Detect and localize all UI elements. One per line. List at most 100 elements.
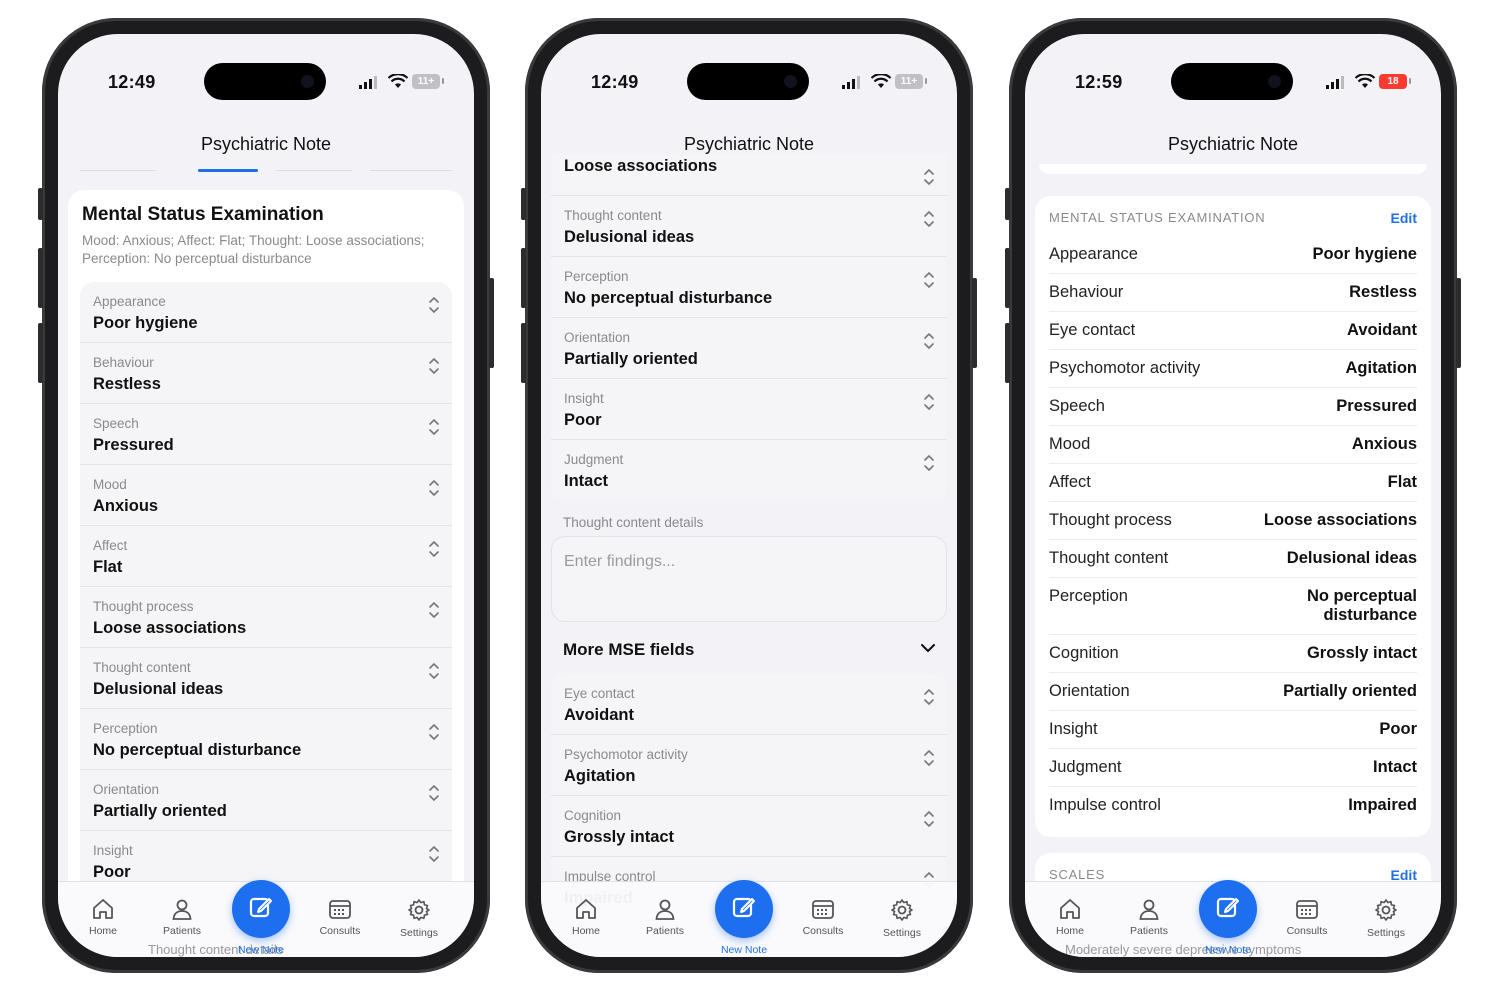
mse-row-psychomotor-activity: Psychomotor activity Agitation <box>1049 350 1417 388</box>
tab-patients[interactable]: Patients <box>147 898 217 937</box>
tab-patients[interactable]: Patients <box>1114 898 1184 937</box>
mse-picker-eye-contact[interactable]: Eye contact Avoidant <box>551 674 947 735</box>
mse-picker-appearance[interactable]: Appearance Poor hygiene <box>80 282 452 343</box>
mse-row-key: Insight <box>1049 720 1098 738</box>
mse-row-key: Eye contact <box>1049 321 1136 339</box>
mse-picker-thought-content[interactable]: Thought content Delusional ideas <box>551 196 947 257</box>
mse-summary-card: MENTAL STATUS EXAMINATION Edit Appearanc… <box>1035 196 1431 837</box>
new-note-button[interactable] <box>715 880 773 938</box>
previous-card-edge <box>1039 164 1427 174</box>
tab-consults[interactable]: Consults <box>305 898 375 937</box>
mse-row-impulse-control: Impulse control Impaired <box>1049 787 1417 825</box>
tab-new-note[interactable]: New Note <box>1193 880 1263 956</box>
picker-value: Grossly intact <box>564 828 675 846</box>
picker-label: Orientation <box>93 782 160 797</box>
mse-picker-judgment[interactable]: Judgment Intact <box>551 440 947 501</box>
peek-text: Moderately severe depressive symptoms <box>1065 942 1302 957</box>
compose-icon <box>1215 894 1241 925</box>
compose-icon <box>248 894 274 925</box>
picker-chevron-icon <box>429 724 439 740</box>
mse-picker-perception[interactable]: Perception No perceptual disturbance <box>80 709 452 770</box>
mse-row-key: Psychomotor activity <box>1049 359 1201 377</box>
edit-mse-button[interactable]: Edit <box>1391 210 1417 226</box>
status-time: 12:49 <box>591 72 639 92</box>
picker-chevron-icon <box>924 211 934 227</box>
mse-row-key: Perception <box>1049 587 1128 605</box>
picker-chevron-icon <box>924 333 934 349</box>
mse-picker-cognition[interactable]: Cognition Grossly intact <box>551 796 947 857</box>
new-note-button[interactable] <box>1199 880 1257 938</box>
mse-picker-thought-content[interactable]: Thought content Delusional ideas <box>80 648 452 709</box>
picker-value: Restless <box>93 375 161 393</box>
mse-row-value: Agitation <box>1345 359 1418 377</box>
volume-down-button <box>1005 323 1010 383</box>
tab-settings[interactable]: Settings <box>1351 898 1421 939</box>
picker-value: Avoidant <box>564 706 634 724</box>
mse-picker-insight[interactable]: Insight Poor <box>551 379 947 440</box>
tab-new-note[interactable]: New Note <box>226 880 296 956</box>
mse-row-value: Restless <box>1349 283 1417 301</box>
mse-row-cognition: Cognition Grossly intact <box>1049 635 1417 673</box>
mse-picker-orientation[interactable]: Orientation Partially oriented <box>551 318 947 379</box>
mse-row-key: Appearance <box>1049 245 1138 263</box>
picker-value: Partially oriented <box>564 350 698 368</box>
thought-content-details-input[interactable]: Enter findings... <box>551 536 947 622</box>
picker-value: Loose associations <box>93 619 247 637</box>
mse-picker-mood[interactable]: Mood Anxious <box>80 465 452 526</box>
mse-picker-speech[interactable]: Speech Pressured <box>80 404 452 465</box>
cellular-signal-icon <box>842 76 860 89</box>
picker-chevron-icon <box>924 750 934 766</box>
status-bar: 12:59 18 <box>1025 34 1441 100</box>
status-bar: 12:49 11+ <box>58 34 474 100</box>
picker-value: Loose associations <box>564 157 718 175</box>
mse-picker-thought-process[interactable]: Thought processLoose associations <box>551 154 947 196</box>
tab-consults[interactable]: Consults <box>1272 898 1342 937</box>
tab-bar: Thought content details Home Patients New … <box>58 880 474 957</box>
mse-picker-affect[interactable]: Affect Flat <box>80 526 452 587</box>
picker-value: Poor <box>564 411 602 429</box>
dynamic-island <box>204 63 326 100</box>
picker-label: Appearance <box>93 294 166 309</box>
mse-row-key: Thought process <box>1049 511 1172 529</box>
picker-label: Orientation <box>564 330 631 345</box>
mse-section-header: MENTAL STATUS EXAMINATION Edit <box>1049 210 1417 226</box>
picker-label: Speech <box>93 416 139 431</box>
tab-settings[interactable]: Settings <box>867 898 937 939</box>
active-tab-indicator <box>198 169 258 172</box>
tab-home[interactable]: Home <box>551 898 621 937</box>
power-button <box>1456 278 1461 368</box>
mse-picker-thought-process[interactable]: Thought processLoose associations <box>80 587 452 648</box>
more-mse-fields-toggle[interactable]: More MSE fields <box>541 622 957 674</box>
tab-label: Settings <box>400 927 438 939</box>
mse-picker-orientation[interactable]: Orientation Partially oriented <box>80 770 452 831</box>
tab-label: Home <box>571 925 600 937</box>
picker-label: Perception <box>93 721 158 736</box>
card-summary: Mood: Anxious; Affect: Flat; Thought: Lo… <box>82 233 425 266</box>
tab-consults[interactable]: Consults <box>788 898 858 937</box>
tab-home[interactable]: Home <box>1035 898 1105 937</box>
tab-bar: Moderately severe depressive symptoms Ho… <box>1025 880 1441 957</box>
mse-row-value: Anxious <box>1351 435 1417 453</box>
picker-chevron-icon <box>429 541 439 557</box>
dynamic-island <box>687 63 809 100</box>
mse-row-key: Mood <box>1049 435 1091 453</box>
mse-picker-psychomotor-activity[interactable]: Psychomotor activity Agitation <box>551 735 947 796</box>
person-icon <box>630 898 700 920</box>
mse-picker-behaviour[interactable]: Behaviour Restless <box>80 343 452 404</box>
gear-icon <box>1351 898 1421 922</box>
new-note-button[interactable] <box>232 880 290 938</box>
tab-settings[interactable]: Settings <box>384 898 454 939</box>
calendar-icon <box>788 898 858 920</box>
picker-label: Thought content <box>564 208 662 223</box>
status-bar: 12:49 11+ <box>541 34 957 100</box>
status-time: 12:49 <box>108 72 156 92</box>
tab-label: New Note <box>1204 944 1252 956</box>
tab-patients[interactable]: Patients <box>630 898 700 937</box>
picker-chevron-icon <box>429 785 439 801</box>
tab-home[interactable]: Home <box>68 898 138 937</box>
mse-picker-perception[interactable]: Perception No perceptual disturbance <box>551 257 947 318</box>
mse-row-speech: Speech Pressured <box>1049 388 1417 426</box>
tab-new-note[interactable]: New Note <box>709 880 779 956</box>
picker-chevron-icon <box>924 169 934 185</box>
volume-up-button <box>521 248 526 308</box>
